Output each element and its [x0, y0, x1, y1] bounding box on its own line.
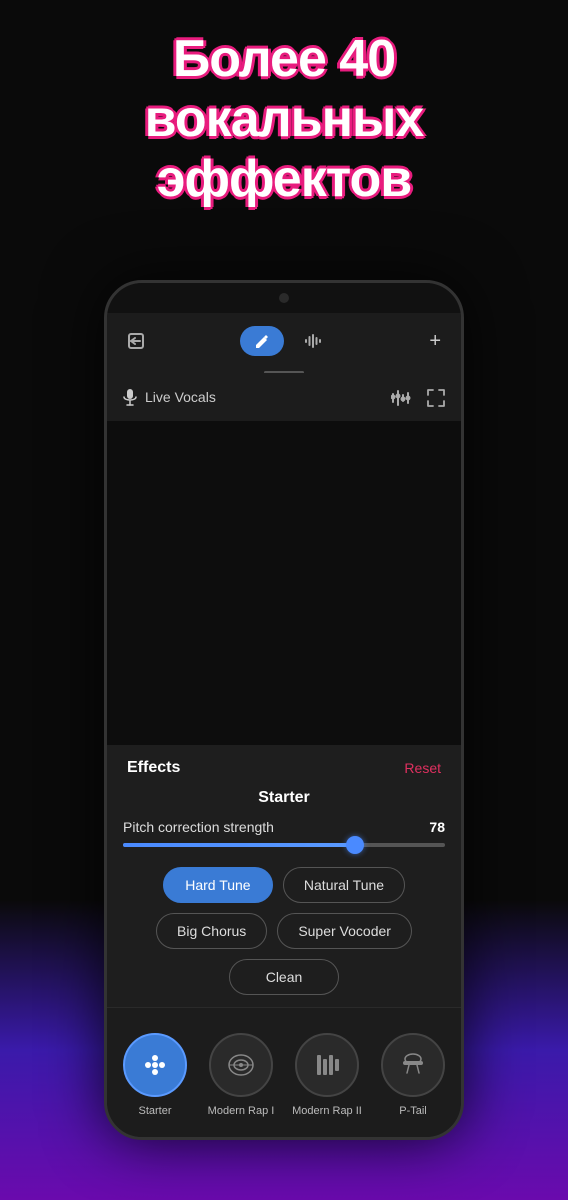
hero-section: Более 40 вокальных эффектов — [0, 30, 568, 209]
add-button[interactable]: + — [429, 330, 441, 353]
phone-frame: + Live Vocals — [104, 280, 464, 1140]
slider-fill — [123, 843, 355, 847]
vocals-label: Live Vocals — [145, 389, 216, 405]
phone-top-bar — [107, 283, 461, 313]
modern-rap-1-icon-wrap — [209, 1033, 273, 1097]
nav-tabs — [240, 326, 338, 356]
pitch-slider[interactable] — [123, 843, 445, 847]
starter-icon-wrap — [123, 1033, 187, 1097]
effects-title: Effects — [127, 759, 180, 777]
pitch-label-row: Pitch correction strength 78 — [123, 819, 445, 835]
display-area — [107, 421, 461, 745]
effects-row-3: Clean — [229, 959, 339, 995]
pitch-value: 78 — [429, 819, 445, 835]
edit-tab[interactable] — [240, 326, 284, 356]
natural-tune-button[interactable]: Natural Tune — [283, 867, 405, 903]
starter-label: Starter — [138, 1105, 171, 1117]
vocals-controls — [391, 387, 445, 408]
preset-p-tail[interactable]: P-Tail — [377, 1033, 449, 1117]
preset-modern-rap-2[interactable]: Modern Rap II — [291, 1033, 363, 1117]
effects-row-2: Big Chorus Super Vocoder — [156, 913, 412, 949]
mic-icon — [123, 388, 137, 406]
p-tail-icon-wrap — [381, 1033, 445, 1097]
camera-dot — [279, 293, 289, 303]
effects-header: Effects Reset — [107, 745, 461, 785]
top-nav: + — [107, 313, 461, 369]
audio-tab-icon — [304, 332, 324, 350]
modern-rap-2-icon-wrap — [295, 1033, 359, 1097]
effects-buttons-grid: Hard Tune Natural Tune Big Chorus Super … — [107, 859, 461, 1007]
audio-tab[interactable] — [290, 326, 338, 356]
equalizer-icon[interactable] — [391, 387, 411, 408]
vocals-label-group: Live Vocals — [123, 388, 216, 406]
modern-rap-1-label: Modern Rap I — [208, 1105, 275, 1117]
effects-row-1: Hard Tune Natural Tune — [163, 867, 405, 903]
pitch-section: Pitch correction strength 78 — [107, 819, 461, 859]
p-tail-label: P-Tail — [399, 1105, 427, 1117]
presets-bar: Starter Modern Rap I — [107, 1007, 461, 1137]
preset-modern-rap-1[interactable]: Modern Rap I — [205, 1033, 277, 1117]
super-vocoder-button[interactable]: Super Vocoder — [277, 913, 412, 949]
preset-name-label: Starter — [107, 785, 461, 819]
reset-button[interactable]: Reset — [404, 760, 441, 776]
hero-title: Более 40 вокальных эффектов — [40, 30, 528, 209]
vocals-bar: Live Vocals — [107, 373, 461, 421]
pitch-label: Pitch correction strength — [123, 819, 274, 835]
big-chorus-button[interactable]: Big Chorus — [156, 913, 267, 949]
preset-starter[interactable]: Starter — [119, 1033, 191, 1117]
clean-button[interactable]: Clean — [229, 959, 339, 995]
phone-screen: + Live Vocals — [107, 283, 461, 1137]
effects-panel: Effects Reset Starter Pitch correction s… — [107, 745, 461, 1007]
modern-rap-2-label: Modern Rap II — [292, 1105, 362, 1117]
slider-thumb[interactable] — [346, 836, 364, 854]
back-button[interactable] — [127, 330, 149, 353]
hard-tune-button[interactable]: Hard Tune — [163, 867, 273, 903]
expand-icon[interactable] — [427, 387, 445, 408]
edit-tab-icon — [254, 332, 270, 350]
